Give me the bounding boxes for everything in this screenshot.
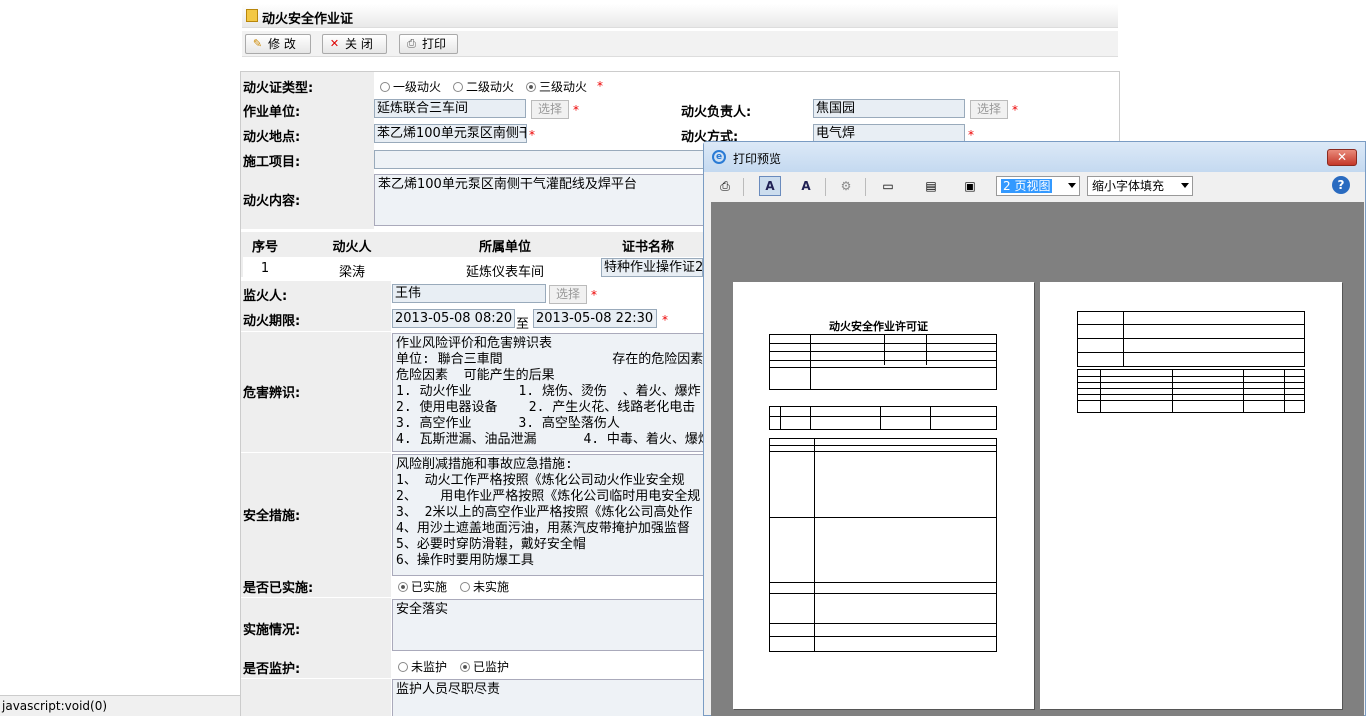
hazard-field[interactable]: 作业风险评价和危害辨识表 单位: 聯合三車間 存在的危险因素 危险因素 可能产生… <box>392 333 704 452</box>
project-field[interactable] <box>374 150 704 169</box>
browser-icon: e <box>712 150 726 164</box>
preview-doc-title: 动火安全作业许可证 <box>829 320 928 333</box>
header-footer-icon[interactable]: ▤ <box>920 176 942 196</box>
preview-canvas: 动火安全作业许可证 <box>711 202 1364 716</box>
required-mark: * <box>968 128 974 142</box>
document-icon <box>246 9 258 22</box>
cert-field[interactable]: 特种作业操作证2 <box>601 258 703 277</box>
content-label: 动火内容: <box>241 172 374 229</box>
preview-titlebar: e 打印预览 ✕ <box>704 142 1365 172</box>
col-index: 序号 <box>251 240 278 255</box>
select-lead-button[interactable]: 选择 <box>970 100 1008 119</box>
close-icon: ✕ <box>329 37 340 50</box>
period-from-field[interactable]: 2013-05-08 08:20 <box>392 309 515 328</box>
required-mark: * <box>1012 103 1018 117</box>
fullscreen-icon[interactable]: ▣ <box>959 176 981 196</box>
printer-icon: ⎙ <box>407 37 416 50</box>
place-label: 动火地点: <box>241 122 374 147</box>
watch-field[interactable]: 监护人员尽职尽责 <box>392 679 704 716</box>
impl-state-field[interactable]: 安全落实 <box>392 599 704 651</box>
radio-not-watched[interactable]: 未监护 <box>398 660 447 674</box>
place-field[interactable]: 苯乙烯100单元泵区南侧干 <box>374 124 527 143</box>
edit-button[interactable]: ✎ 修 改 <box>245 34 311 54</box>
print-preview-window: e 打印预览 ✕ ⎙ A A ⚙ ▭ ▤ ▣ 2 页视图 缩小字体填充 ? 动火… <box>703 141 1366 716</box>
col-unit: 所属单位 <box>478 240 531 255</box>
preview-page-1: 动火安全作业许可证 <box>733 282 1034 709</box>
col-operator: 动火人 <box>332 240 372 255</box>
impl-state-label: 实施情况: <box>241 598 391 658</box>
required-mark: * <box>529 128 535 142</box>
period-to-field[interactable]: 2013-05-08 22:30 <box>533 309 657 328</box>
required-mark: * <box>591 288 597 302</box>
print-icon[interactable]: ⎙ <box>714 176 736 196</box>
close-button[interactable]: ✕ 关 闭 <box>322 34 387 54</box>
radio-not-implemented[interactable]: 未实施 <box>460 580 509 594</box>
required-mark: * <box>662 313 668 327</box>
portrait-icon[interactable]: A <box>759 176 781 196</box>
monitor-label: 监火人: <box>241 281 391 306</box>
radio-implemented[interactable]: 已实施 <box>398 580 447 594</box>
page-title: 动火安全作业证 <box>262 12 354 27</box>
preview-toolbar: ⎙ A A ⚙ ▭ ▤ ▣ 2 页视图 缩小字体填充 ? <box>711 172 1361 200</box>
radio-level-1[interactable]: 一级动火 <box>380 80 441 94</box>
lead-field[interactable]: 焦国园 <box>813 99 965 118</box>
select-unit-button[interactable]: 选择 <box>531 100 569 119</box>
monitor-field[interactable]: 王伟 <box>392 284 546 303</box>
toolbar: ✎ 修 改 ✕ 关 闭 ⎙ 打印 <box>242 31 1118 57</box>
radio-watched[interactable]: 已监护 <box>460 660 509 674</box>
project-label: 施工项目: <box>241 147 374 172</box>
radio-level-3[interactable]: 三级动火 <box>526 80 587 94</box>
preview-title: 打印预览 <box>733 152 782 166</box>
content-field[interactable]: 苯乙烯100单元泵区南侧干气灌配线及焊平台 <box>374 174 704 226</box>
edit-icon: ✎ <box>252 37 263 50</box>
page-setup-icon[interactable]: ▭ <box>877 176 899 196</box>
preview-close-button[interactable]: ✕ <box>1327 149 1357 166</box>
page-header: 动火安全作业证 <box>242 4 1118 28</box>
status-bar: javascript:void(0) <box>0 695 240 716</box>
landscape-icon[interactable]: A <box>795 176 817 196</box>
lead-label: 动火负责人: <box>679 97 809 122</box>
help-icon[interactable]: ? <box>1332 176 1350 194</box>
print-button[interactable]: ⎙ 打印 <box>399 34 458 54</box>
safety-label: 安全措施: <box>241 453 391 578</box>
select-monitor-button[interactable]: 选择 <box>549 285 587 304</box>
font-fit-select[interactable]: 缩小字体填充 <box>1087 176 1193 196</box>
period-label: 动火期限: <box>241 306 391 331</box>
watch-label: 是否监护: <box>241 655 391 678</box>
impl-label: 是否已实施: <box>241 574 391 597</box>
unit-label: 作业单位: <box>241 97 374 122</box>
safety-field[interactable]: 风险削减措施和事故应急措施: 1、 动火工作严格按照《炼化公司动火作业安全规 2… <box>392 454 704 576</box>
required-mark: * <box>597 79 603 93</box>
preview-page-2 <box>1040 282 1342 709</box>
unit-field[interactable]: 延炼联合三车间 <box>374 99 526 118</box>
settings-icon[interactable]: ⚙ <box>835 176 857 196</box>
radio-level-2[interactable]: 二级动火 <box>453 80 514 94</box>
col-cert: 证书名称 <box>621 240 674 255</box>
required-mark: * <box>573 103 579 117</box>
view-select[interactable]: 2 页视图 <box>996 176 1080 196</box>
hazard-label: 危害辨识: <box>241 332 391 452</box>
type-label: 动火证类型: <box>241 72 374 97</box>
